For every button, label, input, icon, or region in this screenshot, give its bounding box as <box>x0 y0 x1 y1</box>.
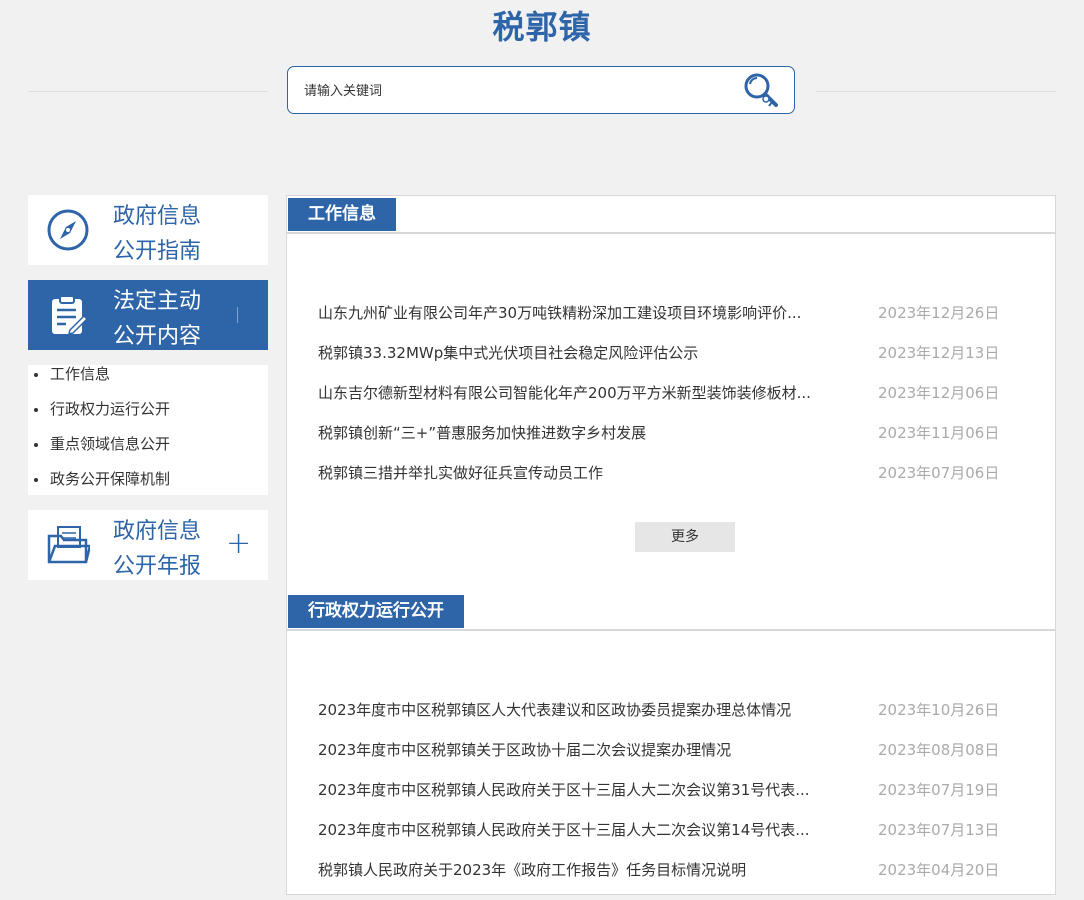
news-title[interactable]: 税郭镇三措并举扎实做好征兵宣传动员工作 <box>318 463 843 483</box>
section-header-admin-power: 行政权力运行公开 <box>287 593 1055 631</box>
search-divider-right <box>816 91 1056 92</box>
bullet-icon <box>34 373 38 377</box>
sidebar-card-label: 政府信息 公开指南 <box>113 204 202 264</box>
news-title[interactable]: 2023年度市中区税郭镇关于区政协十届二次会议提案办理情况 <box>318 740 843 760</box>
sidebar-sub-item-key-areas[interactable]: 重点领域信息公开 <box>28 435 268 470</box>
sidebar-sub-item-work-info[interactable]: 工作信息 <box>28 365 268 400</box>
news-date: 2023年07月19日 <box>878 781 1000 799</box>
news-list-work-info: 山东九州矿业有限公司年产30万吨铁精粉深加工建设项目环境影响评价... 2023… <box>318 303 1018 503</box>
news-title[interactable]: 山东九州矿业有限公司年产30万吨铁精粉深加工建设项目环境影响评价... <box>318 303 843 323</box>
search-box <box>287 66 795 114</box>
news-item[interactable]: 税郭镇人民政府关于2023年《政府工作报告》任务目标情况说明 2023年04月2… <box>318 860 1018 900</box>
collapse-indicator <box>237 307 238 323</box>
news-date: 2023年04月20日 <box>878 861 1000 879</box>
news-date: 2023年11月06日 <box>878 424 1000 442</box>
search-key-icon <box>744 73 778 107</box>
bullet-icon <box>34 408 38 412</box>
news-item[interactable]: 税郭镇三措并举扎实做好征兵宣传动员工作 2023年07月06日 <box>318 463 1018 503</box>
news-item[interactable]: 2023年度市中区税郭镇关于区政协十届二次会议提案办理情况 2023年08月08… <box>318 740 1018 780</box>
sidebar-sub-item-admin-power[interactable]: 行政权力运行公开 <box>28 400 268 435</box>
sidebar-card-statutory-content[interactable]: 法定主动 公开内容 <box>28 280 268 350</box>
folder-documents-icon <box>47 526 90 564</box>
search-button[interactable] <box>742 72 782 110</box>
section-header-work-info: 工作信息 <box>287 196 1055 234</box>
news-item[interactable]: 税郭镇33.32MWp集中式光伏项目社会稳定风险评估公示 2023年12月13日 <box>318 343 1018 383</box>
news-title[interactable]: 2023年度市中区税郭镇人民政府关于区十三届人大二次会议第14号代表... <box>318 820 843 840</box>
news-date: 2023年10月26日 <box>878 701 1000 719</box>
news-item[interactable]: 2023年度市中区税郭镇人民政府关于区十三届人大二次会议第31号代表... 20… <box>318 780 1018 820</box>
bullet-icon <box>34 478 38 482</box>
sidebar-sub-item-guarantee[interactable]: 政务公开保障机制 <box>28 470 268 505</box>
section-tab-admin-power[interactable]: 行政权力运行公开 <box>288 595 464 628</box>
news-title[interactable]: 税郭镇33.32MWp集中式光伏项目社会稳定风险评估公示 <box>318 343 843 363</box>
news-title[interactable]: 税郭镇人民政府关于2023年《政府工作报告》任务目标情况说明 <box>318 860 843 880</box>
news-item[interactable]: 2023年度市中区税郭镇区人大代表建议和区政协委员提案办理总体情况 2023年1… <box>318 700 1018 740</box>
news-item[interactable]: 税郭镇创新“三+”普惠服务加快推进数字乡村发展 2023年11月06日 <box>318 423 1018 463</box>
sidebar-card-label: 法定主动 公开内容 <box>113 289 202 349</box>
sidebar-card-guide[interactable]: 政府信息 公开指南 <box>28 195 268 265</box>
sidebar-card-label: 政府信息 公开年报 <box>113 519 202 579</box>
section-tab-work-info[interactable]: 工作信息 <box>288 198 396 231</box>
news-date: 2023年12月06日 <box>878 384 1000 402</box>
news-list-admin-power: 2023年度市中区税郭镇区人大代表建议和区政协委员提案办理总体情况 2023年1… <box>318 700 1018 900</box>
bullet-icon <box>34 443 38 447</box>
sidebar-sub-list: 工作信息 行政权力运行公开 重点领域信息公开 政务公开保障机制 <box>28 365 268 495</box>
main-content-panel: 工作信息 山东九州矿业有限公司年产30万吨铁精粉深加工建设项目环境影响评价...… <box>286 195 1056 895</box>
news-title[interactable]: 2023年度市中区税郭镇区人大代表建议和区政协委员提案办理总体情况 <box>318 700 843 720</box>
compass-icon <box>47 209 89 251</box>
news-date: 2023年08月08日 <box>878 741 1000 759</box>
news-title[interactable]: 山东吉尔德新型材料有限公司智能化年产200万平方米新型装饰装修板材... <box>318 383 843 403</box>
news-item[interactable]: 2023年度市中区税郭镇人民政府关于区十三届人大二次会议第14号代表... 20… <box>318 820 1018 860</box>
news-item[interactable]: 山东九州矿业有限公司年产30万吨铁精粉深加工建设项目环境影响评价... 2023… <box>318 303 1018 343</box>
news-date: 2023年12月13日 <box>878 344 1000 362</box>
site-title: 税郭镇 <box>492 8 592 46</box>
more-button[interactable]: 更多 <box>635 522 735 552</box>
news-date: 2023年12月26日 <box>878 304 1000 322</box>
sidebar-card-annual-report[interactable]: 政府信息 公开年报 + <box>28 510 268 580</box>
clipboard-edit-icon <box>52 295 89 336</box>
news-title[interactable]: 税郭镇创新“三+”普惠服务加快推进数字乡村发展 <box>318 423 843 443</box>
search-input[interactable] <box>302 79 726 103</box>
news-date: 2023年07月13日 <box>878 821 1000 839</box>
search-divider-left <box>28 91 268 92</box>
news-date: 2023年07月06日 <box>878 464 1000 482</box>
news-item[interactable]: 山东吉尔德新型材料有限公司智能化年产200万平方米新型装饰装修板材... 202… <box>318 383 1018 423</box>
expand-plus-icon[interactable]: + <box>226 527 251 561</box>
news-title[interactable]: 2023年度市中区税郭镇人民政府关于区十三届人大二次会议第31号代表... <box>318 780 843 800</box>
